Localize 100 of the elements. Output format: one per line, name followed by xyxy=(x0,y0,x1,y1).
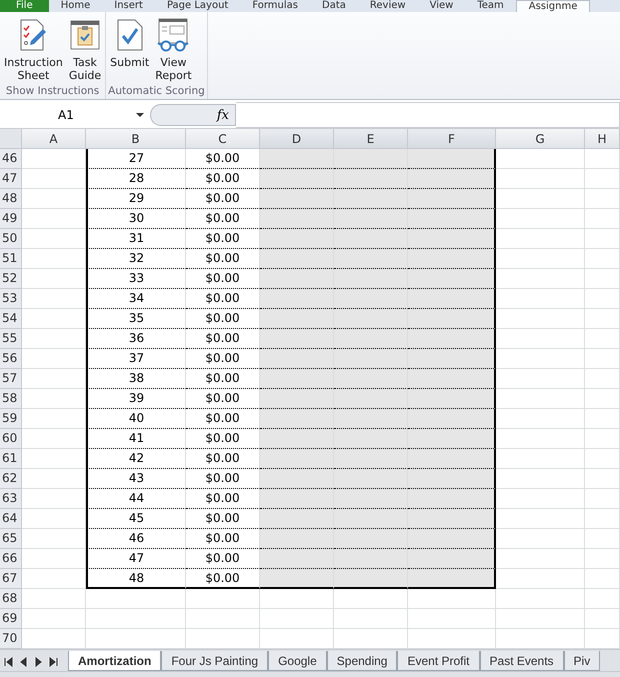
column-header[interactable]: D xyxy=(260,129,334,149)
table-cell: 35 xyxy=(86,309,186,329)
row-header[interactable]: 47 xyxy=(0,169,22,189)
ribbon-tab[interactable]: Team xyxy=(465,0,516,12)
row-header[interactable]: 57 xyxy=(0,369,22,389)
table-cell: 41 xyxy=(86,429,186,449)
group-label: Automatic Scoring xyxy=(108,85,205,99)
row-header[interactable]: 53 xyxy=(0,289,22,309)
table-cell: 45 xyxy=(86,509,186,529)
table-cell: 48 xyxy=(86,569,186,589)
scroll-next-icon[interactable] xyxy=(34,657,43,667)
empty-cell xyxy=(585,169,620,189)
ribbon-tab[interactable]: View xyxy=(418,0,466,12)
ribbon-button[interactable]: Task Guide xyxy=(66,18,104,85)
sheet-tab[interactable]: Event Profit xyxy=(397,651,480,671)
row-header[interactable]: 65 xyxy=(0,529,22,549)
empty-cell xyxy=(585,349,620,369)
row-header[interactable]: 50 xyxy=(0,229,22,249)
ribbon-tab[interactable]: Home xyxy=(48,0,102,12)
row-header[interactable]: 51 xyxy=(0,249,22,269)
table-cell: 44 xyxy=(86,489,186,509)
empty-cell xyxy=(585,329,620,349)
table-cell: 36 xyxy=(86,329,186,349)
empty-cell xyxy=(585,589,620,609)
row-header[interactable]: 62 xyxy=(0,469,22,489)
row-header[interactable]: 70 xyxy=(0,629,22,649)
sheet-tab[interactable]: Past Events xyxy=(480,651,564,671)
table-cell: 31 xyxy=(86,229,186,249)
table-cell: 42 xyxy=(86,449,186,469)
document-check-icon xyxy=(116,19,143,51)
row-header[interactable]: 48 xyxy=(0,189,22,209)
row-header[interactable]: 60 xyxy=(0,429,22,449)
table-cell: 28 xyxy=(86,169,186,189)
column-header[interactable]: G xyxy=(496,129,585,149)
column-header[interactable]: H xyxy=(585,129,620,149)
ribbon-button[interactable]: View Report xyxy=(153,18,194,85)
row-header[interactable]: 54 xyxy=(0,309,22,329)
ribbon-tab[interactable]: Data xyxy=(310,0,358,12)
row-header[interactable]: 63 xyxy=(0,489,22,509)
table-cell: 32 xyxy=(86,249,186,269)
column-header[interactable]: C xyxy=(186,129,260,149)
column-header[interactable]: B xyxy=(86,129,186,149)
empty-cell xyxy=(585,529,620,549)
ribbon-tab[interactable]: Assignme xyxy=(516,0,590,12)
function-button[interactable]: fx xyxy=(216,108,229,122)
table-cell: 43 xyxy=(86,469,186,489)
empty-cell xyxy=(585,469,620,489)
name-box[interactable]: A1 xyxy=(0,108,150,122)
row-header[interactable]: 55 xyxy=(0,329,22,349)
scroll-first-icon[interactable] xyxy=(4,657,13,667)
column-header[interactable]: A xyxy=(22,129,86,149)
scroll-last-icon[interactable] xyxy=(49,657,58,667)
sheet-tab[interactable]: Four Js Painting xyxy=(161,651,268,671)
row-header[interactable]: 52 xyxy=(0,269,22,289)
row-header[interactable]: 61 xyxy=(0,449,22,469)
formula-input[interactable] xyxy=(236,102,620,128)
empty-cell xyxy=(585,189,620,209)
ribbon-button[interactable]: Instruction Sheet xyxy=(2,18,65,85)
row-header[interactable]: 59 xyxy=(0,409,22,429)
table-cell: 29 xyxy=(86,189,186,209)
empty-cell xyxy=(585,409,620,429)
report-glasses-icon xyxy=(157,18,190,52)
empty-cell xyxy=(585,509,620,529)
sheet-tab[interactable]: Google xyxy=(268,651,327,671)
table-cell: 33 xyxy=(86,269,186,289)
ribbon-tab[interactable]: Insert xyxy=(102,0,155,12)
table-cell: 39 xyxy=(86,389,186,409)
empty-cell xyxy=(585,249,620,269)
empty-cell xyxy=(585,229,620,249)
empty-cell xyxy=(585,149,620,169)
column-header[interactable]: E xyxy=(334,129,408,149)
row-header[interactable]: 69 xyxy=(0,609,22,629)
row-header[interactable]: 56 xyxy=(0,349,22,369)
table-cell: 34 xyxy=(86,289,186,309)
table-cell: 27 xyxy=(86,149,186,169)
ribbon-tab[interactable]: Page Layout xyxy=(154,0,240,12)
empty-cell xyxy=(585,549,620,569)
clipboard-icon xyxy=(70,20,100,50)
row-header[interactable]: 46 xyxy=(0,149,22,169)
table-cell: 37 xyxy=(86,349,186,369)
group-label: Show Instructions xyxy=(4,85,100,99)
scroll-prev-icon[interactable] xyxy=(19,657,28,667)
row-header[interactable]: 64 xyxy=(0,509,22,529)
empty-cell xyxy=(585,569,620,589)
ribbon-tab[interactable]: File xyxy=(0,0,49,12)
empty-cell xyxy=(585,289,620,309)
row-header[interactable]: 66 xyxy=(0,549,22,569)
ribbon-button[interactable]: Submit xyxy=(108,18,152,85)
ribbon-tab[interactable]: Formulas xyxy=(240,0,310,12)
sheet-tab[interactable]: Spending xyxy=(326,651,398,671)
checklist-icon xyxy=(18,19,48,51)
column-header[interactable]: F xyxy=(408,129,496,149)
empty-cell xyxy=(585,369,620,389)
row-header[interactable]: 68 xyxy=(0,589,22,609)
row-header[interactable]: 49 xyxy=(0,209,22,229)
row-header[interactable]: 58 xyxy=(0,389,22,409)
row-header[interactable]: 67 xyxy=(0,569,22,589)
sheet-tab[interactable]: Amortization xyxy=(68,651,162,671)
ribbon-tab[interactable]: Review xyxy=(358,0,418,12)
sheet-tab[interactable]: Piv xyxy=(564,651,600,671)
